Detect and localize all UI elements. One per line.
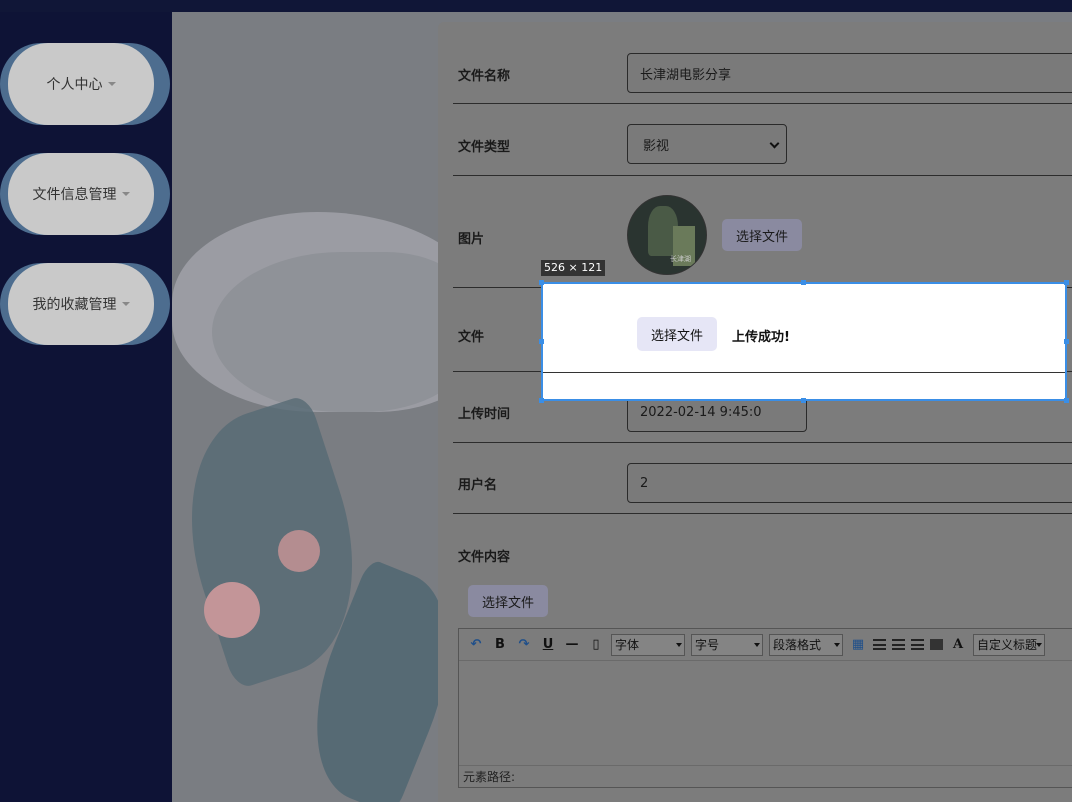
row-divider [543,372,1065,373]
sidebar-item-personal-center[interactable]: 个人中心 [0,43,170,125]
file-name-input[interactable]: 长津湖电影分享 [627,53,1072,93]
field-label: 文件内容 [458,550,511,565]
field-label: 上传时间 [458,407,511,422]
font-family-dropdown[interactable]: 字体 [611,633,685,656]
horizontal-rule-icon[interactable]: — [563,637,581,652]
file-choose-file-button[interactable]: 选择文件 [637,317,717,351]
sidebar-item-file-info[interactable]: 文件信息管理 [0,153,170,235]
field-label: 文件名称 [458,69,511,84]
sidebar-item-favorites[interactable]: 我的收藏管理 [0,263,170,345]
sidebar-pill[interactable]: 个人中心 [8,43,154,125]
flower-shape [278,530,320,572]
align-justify-icon[interactable] [911,639,924,650]
chevron-down-icon [769,138,780,149]
undo-icon[interactable]: ↶ [467,637,485,652]
sidebar: 个人中心 文件信息管理 我的收藏管理 [0,12,172,802]
sidebar-item-label: 个人中心 [46,77,103,93]
element-path: 元素路径: [459,765,1072,787]
sidebar-pill[interactable]: 我的收藏管理 [8,263,154,345]
field-label: 图片 [458,232,485,247]
chevron-down-icon [676,642,682,647]
file-type-value: 影视 [643,138,670,154]
thumb-caption: 长津湖 [670,255,691,263]
sidebar-item-label: 文件信息管理 [32,187,117,203]
table-icon[interactable]: ▦ [849,637,867,652]
chevron-down-icon [121,302,130,306]
resize-handle[interactable] [801,398,806,403]
sidebar-item-label: 我的收藏管理 [32,297,117,313]
resize-handle[interactable] [539,280,544,285]
font-size-dropdown[interactable]: 字号 [691,633,763,656]
paragraph-format-label: 段落格式 [773,638,822,652]
cloud-shape [212,252,472,412]
username-input[interactable]: 2 [627,463,1072,503]
bold-button[interactable]: B [491,637,509,652]
file-type-select[interactable]: 影视 [627,124,787,164]
flower-shape [204,582,260,638]
chevron-down-icon [107,82,116,86]
image-thumbnail: 长津湖 [627,195,707,275]
selection-size-tag: 526 × 121 [541,260,606,276]
redo-icon[interactable]: ↷ [515,637,533,652]
resize-handle[interactable] [1064,280,1069,285]
rich-text-editor[interactable]: ↶ B ↷ U — ▯ 字体 字号 段落格式 ▦ A 自定义标题 元素路径: [458,628,1072,788]
resize-handle[interactable] [801,280,806,285]
field-label: 用户名 [458,478,498,493]
font-size-label: 字号 [695,638,720,652]
field-label: 文件 [458,330,485,345]
chevron-down-icon [834,642,840,647]
editor-content-area[interactable] [459,661,1072,769]
top-bar [0,0,1072,12]
field-label: 文件类型 [458,140,511,155]
resize-handle[interactable] [539,339,544,344]
upload-status-text: 上传成功! [732,330,790,345]
align-right-icon[interactable] [892,639,905,650]
paragraph-format-dropdown[interactable]: 段落格式 [769,633,843,656]
resize-handle[interactable] [1064,339,1069,344]
image-choose-file-button[interactable]: 选择文件 [722,219,802,251]
sidebar-pill[interactable]: 文件信息管理 [8,153,154,235]
content-choose-file-button[interactable]: 选择文件 [468,585,548,617]
underline-button[interactable]: U [539,637,557,652]
custom-title-label: 自定义标题 [977,638,1038,652]
selection-highlight: 选择文件 上传成功! [541,282,1067,401]
block-icon[interactable] [930,639,943,650]
resize-handle[interactable] [1064,398,1069,403]
align-left-icon[interactable] [873,639,886,650]
custom-title-dropdown[interactable]: 自定义标题 [973,633,1045,656]
resize-handle[interactable] [539,398,544,403]
text-color-button[interactable]: A [949,637,967,652]
chevron-down-icon [1036,642,1042,647]
font-family-label: 字体 [615,638,640,652]
chevron-down-icon [754,642,760,647]
document-icon[interactable]: ▯ [587,637,605,652]
editor-toolbar: ↶ B ↷ U — ▯ 字体 字号 段落格式 ▦ A 自定义标题 [459,629,1072,661]
chevron-down-icon [121,192,130,196]
